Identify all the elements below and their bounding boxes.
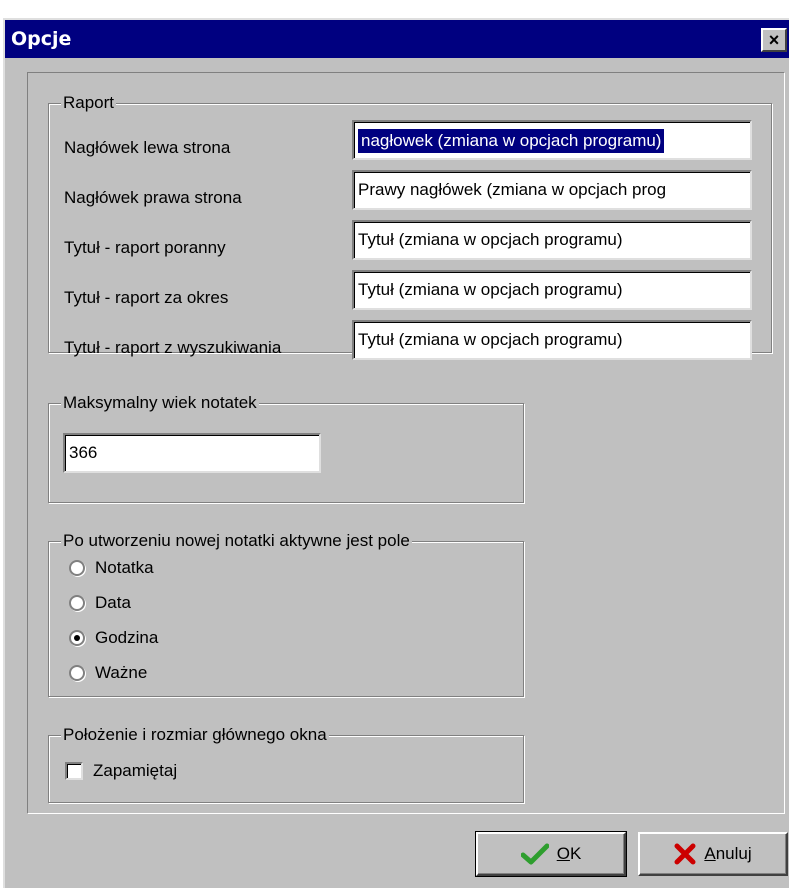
- radio-label: Data: [95, 593, 131, 612]
- close-icon: ×: [768, 30, 780, 50]
- cancel-button[interactable]: Anuluj: [638, 832, 788, 876]
- raport-legend: Raport: [61, 93, 117, 113]
- remember-checkbox-row[interactable]: Zapamiętaj: [65, 758, 177, 784]
- remember-checkbox[interactable]: [65, 762, 83, 780]
- remember-label: Zapamiętaj: [93, 761, 178, 780]
- header-right-label: Nagłówek prawa strona: [64, 188, 242, 207]
- x-icon: [674, 843, 696, 865]
- title-search-input[interactable]: [352, 320, 752, 360]
- max-age-group: Maksymalny wiek notatek: [48, 393, 524, 503]
- radio-option-godzina[interactable]: Godzina: [69, 625, 158, 651]
- window-title: Opcje: [11, 28, 72, 50]
- ok-label: OK: [556, 844, 582, 863]
- radio-option-notatka[interactable]: Notatka: [69, 555, 154, 581]
- title-morning-input[interactable]: [352, 220, 752, 260]
- header-left-input[interactable]: nagłowek (zmiana w opcjach programu): [352, 120, 752, 160]
- title-bar[interactable]: Opcje ×: [5, 20, 789, 58]
- active-field-group: Po utworzeniu nowej notatki aktywne jest…: [48, 531, 524, 697]
- cancel-label: Anuluj: [704, 844, 752, 863]
- header-right-input[interactable]: [352, 170, 752, 210]
- options-panel: Raport Nagłówek lewa strona nagłowek (zm…: [27, 72, 785, 814]
- close-button[interactable]: ×: [761, 28, 787, 52]
- check-icon: [520, 843, 549, 865]
- title-search-label: Tytuł - raport z wyszukiwania: [64, 338, 282, 357]
- header-left-selected-text: nagłowek (zmiana w opcjach programu): [358, 129, 665, 153]
- max-age-input[interactable]: [63, 433, 321, 473]
- radio-label: Ważne: [95, 663, 148, 682]
- radio-option-data[interactable]: Data: [69, 590, 131, 616]
- radio-button[interactable]: [69, 665, 85, 681]
- title-morning-label: Tytuł - raport poranny: [64, 238, 226, 257]
- radio-label: Godzina: [95, 628, 159, 647]
- radio-option-wazne[interactable]: Ważne: [69, 660, 147, 686]
- radio-label: Notatka: [95, 558, 154, 577]
- radio-button[interactable]: [69, 595, 85, 611]
- header-left-label: Nagłówek lewa strona: [64, 138, 231, 157]
- radio-button-selected[interactable]: [69, 630, 85, 646]
- window-position-legend: Położenie i rozmiar głównego okna: [61, 725, 329, 745]
- ok-button[interactable]: OK: [475, 831, 627, 877]
- title-period-input[interactable]: [352, 270, 752, 310]
- raport-group: Raport Nagłówek lewa strona nagłowek (zm…: [48, 93, 772, 360]
- options-dialog: Opcje × Raport Nagłówek lewa strona nagł…: [3, 18, 789, 888]
- active-field-legend: Po utworzeniu nowej notatki aktywne jest…: [61, 531, 412, 551]
- title-period-label: Tytuł - raport za okres: [64, 288, 229, 307]
- radio-button[interactable]: [69, 560, 85, 576]
- window-position-group: Położenie i rozmiar głównego okna Zapami…: [48, 725, 524, 803]
- max-age-legend: Maksymalny wiek notatek: [61, 393, 259, 413]
